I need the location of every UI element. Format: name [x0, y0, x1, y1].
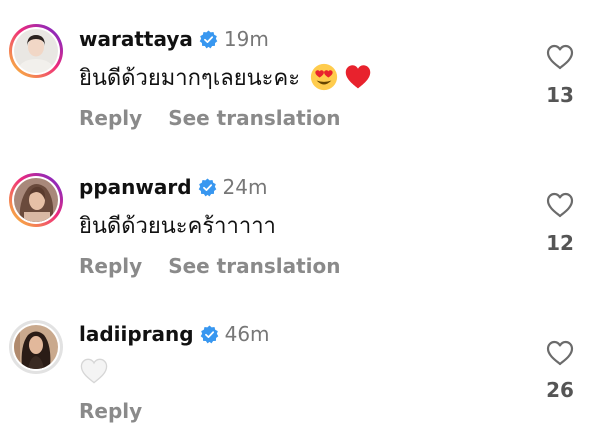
avatar-story-ring[interactable]	[9, 24, 63, 78]
timestamp: 46m	[224, 322, 270, 346]
white-heart-emoji-icon	[80, 358, 108, 384]
comment-body: ยินดีด้วยนะคร้าาาาา	[79, 213, 276, 239]
like-count: 13	[546, 83, 574, 107]
comment-text: ยินดีด้วยมากๆเลยนะคะ	[79, 60, 372, 94]
comment-header: warattaya 19m	[79, 25, 269, 53]
avatar	[14, 178, 58, 222]
comment-text: ยินดีด้วยนะคร้าาาาา	[79, 208, 276, 242]
verified-badge-icon	[200, 324, 218, 343]
see-translation-button[interactable]: See translation	[168, 106, 340, 130]
comment-header: ladiiprang 46m	[79, 320, 270, 348]
verified-badge-icon	[199, 29, 218, 48]
timestamp: 19m	[223, 27, 269, 51]
avatar-story-ring[interactable]	[9, 173, 63, 227]
see-translation-button[interactable]: See translation	[168, 254, 340, 278]
avatar	[14, 29, 58, 73]
verified-badge-icon	[198, 177, 216, 196]
comment-actions: Reply See translation	[79, 252, 341, 280]
heart-eyes-emoji-icon	[310, 63, 338, 91]
comment-actions: Reply	[79, 397, 142, 425]
comment-header: ppanward 24m	[79, 173, 267, 201]
reply-button[interactable]: Reply	[79, 254, 142, 278]
username[interactable]: ladiiprang	[79, 322, 194, 346]
like-heart-icon[interactable]	[546, 192, 574, 218]
like-heart-icon[interactable]	[546, 44, 574, 70]
like-count: 26	[546, 378, 574, 402]
reply-button[interactable]: Reply	[79, 106, 142, 130]
like-count: 12	[546, 231, 574, 255]
comment-body: ยินดีด้วยมากๆเลยนะคะ	[79, 65, 301, 91]
username[interactable]: warattaya	[79, 27, 193, 51]
avatar-ring[interactable]	[9, 320, 63, 374]
timestamp: 24m	[222, 175, 268, 199]
like-heart-icon[interactable]	[546, 340, 574, 366]
reply-button[interactable]: Reply	[79, 399, 142, 423]
red-heart-emoji-icon	[345, 65, 371, 89]
username[interactable]: ppanward	[79, 175, 192, 199]
avatar	[14, 325, 58, 369]
comment-actions: Reply See translation	[79, 104, 341, 132]
